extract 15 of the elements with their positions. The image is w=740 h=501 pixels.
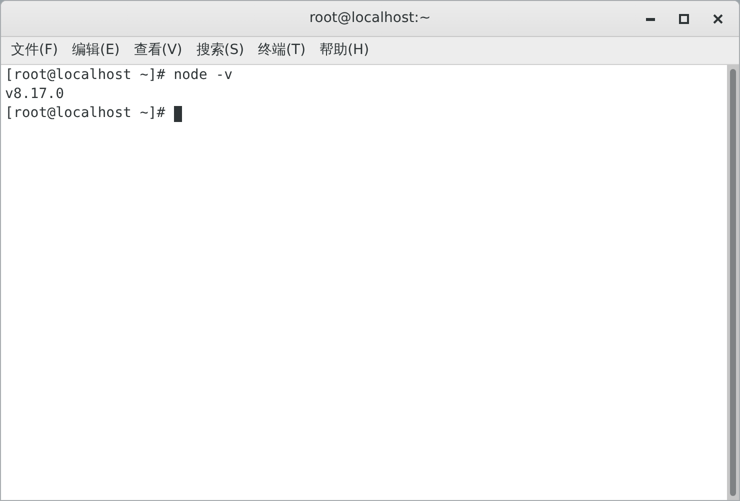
terminal-line: [root@localhost ~]#: [5, 104, 166, 123]
minimize-icon: [646, 18, 654, 20]
menu-item[interactable]: 终端(T): [252, 38, 312, 62]
menu-item[interactable]: 查看(V): [128, 38, 188, 62]
menu-item[interactable]: 文件(F): [5, 38, 64, 62]
close-icon: [713, 14, 723, 24]
scrollbar-thumb[interactable]: [730, 69, 736, 496]
terminal-line: v8.17.0: [5, 85, 64, 104]
window-title: root@localhost:~: [309, 9, 431, 28]
maximize-icon: [679, 14, 689, 24]
terminal-line: [root@localhost ~]# node -v: [5, 66, 233, 85]
text-cursor: [174, 106, 182, 122]
menu-item[interactable]: 搜索(S): [190, 38, 250, 62]
menu-item[interactable]: 帮助(H): [314, 38, 376, 62]
menu-item[interactable]: 编辑(E): [66, 38, 126, 62]
